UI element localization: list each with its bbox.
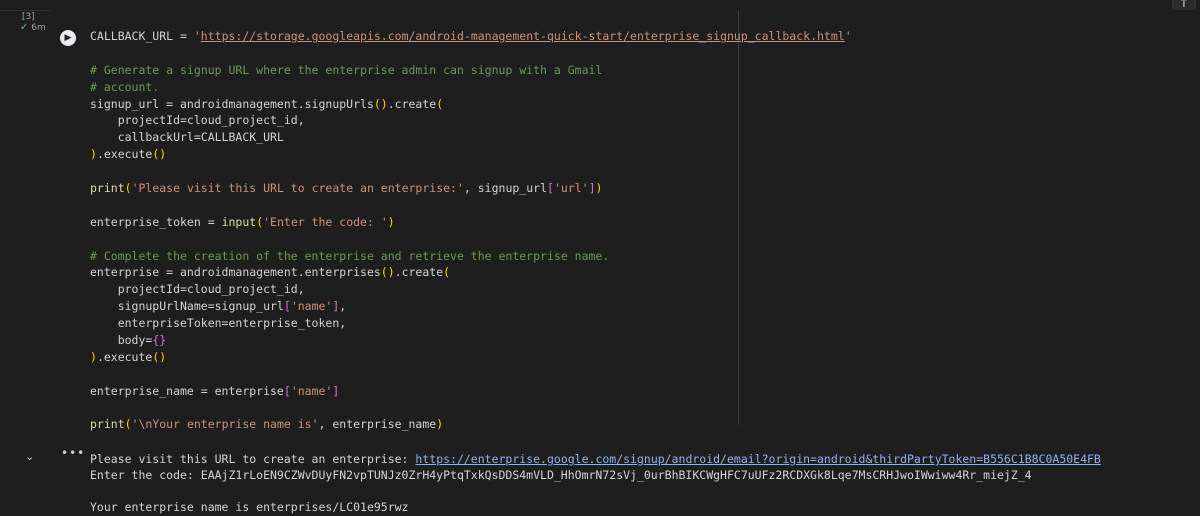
- code-token: # Complete the creation of the enterpris…: [90, 248, 610, 263]
- code-line: enterprise_token = input('Enter the code…: [90, 214, 852, 231]
- code-token: {}: [152, 333, 167, 348]
- output-line-text: Please visit this URL to create an enter…: [90, 452, 416, 466]
- code-token: ): [90, 349, 97, 364]
- code-token: , signup_url: [463, 181, 547, 196]
- output-line: Enter the code: EAAjZ1rLoEN9CZWvDUyFN2vp…: [90, 468, 1032, 482]
- code-line: print('Please visit this URL to create a…: [90, 180, 852, 197]
- code-token: 'Enter the code: ': [263, 214, 388, 229]
- code-token: ): [595, 181, 603, 196]
- code-token: 'name': [290, 383, 333, 398]
- code-token: (: [124, 417, 132, 432]
- code-line: ).execute(): [90, 146, 852, 163]
- code-token: (): [373, 96, 388, 111]
- execution-count: [3]: [22, 12, 35, 22]
- code-line: enterpriseToken=enterprise_token,: [90, 315, 852, 332]
- code-line: enterprise_name = enterprise['name']: [90, 383, 852, 400]
- callback-url-link[interactable]: https://storage.googleapis.com/android-m…: [201, 29, 845, 43]
- code-token: '\nYour enterprise name is': [131, 417, 319, 432]
- code-token: ,: [339, 299, 347, 314]
- code-token: print: [90, 417, 125, 432]
- code-token: enterprise = androidmanagement.enterpris…: [90, 265, 381, 280]
- code-token: (): [152, 147, 167, 162]
- code-token: .create: [387, 96, 437, 111]
- code-line: # Generate a signup URL where the enterp…: [90, 62, 852, 79]
- cell-output: ⌄ ••• Please visit this URL to create an…: [0, 436, 1200, 516]
- code-token: callbackUrl=CALLBACK_URL: [90, 130, 284, 145]
- code-token: print: [90, 181, 125, 196]
- code-token: (: [124, 181, 132, 196]
- code-token: .create: [394, 265, 444, 280]
- notebook: ↑ [3] ✓ 6m ▶ CALLBACK_URL = 'https://sto…: [0, 0, 1200, 516]
- code-token: , enterprise_name: [318, 417, 437, 432]
- code-token: ]: [588, 181, 596, 196]
- code-token: 'name': [290, 299, 333, 314]
- code-token: projectId=cloud_project_id,: [90, 113, 305, 128]
- code-token: [: [547, 181, 554, 196]
- signup-link[interactable]: https://enterprise.google.com/signup/and…: [415, 452, 1100, 466]
- code-token: # Generate a signup URL where the enterp…: [90, 62, 603, 77]
- code-line: signup_url = androidmanagement.signupUrl…: [90, 96, 852, 113]
- code-token: projectId=cloud_project_id,: [90, 282, 305, 297]
- code-token: ': [844, 29, 852, 43]
- code-line: print('\nYour enterprise name is', enter…: [90, 416, 852, 433]
- code-token: [: [283, 383, 291, 398]
- code-token: enterprise_name = enterprise: [90, 383, 284, 398]
- code-token: # account.: [90, 79, 160, 94]
- code-token: (): [152, 349, 167, 364]
- code-token: .execute: [96, 147, 153, 162]
- code-line: enterprise = androidmanagement.enterpris…: [90, 264, 852, 281]
- code-token: .execute: [96, 349, 153, 364]
- code-token: ): [436, 417, 444, 432]
- code-line: # account.: [90, 79, 852, 96]
- code-token: enterpriseToken=enterprise_token,: [90, 316, 347, 331]
- code-token: [: [283, 299, 291, 314]
- execution-status: ✓ 6m: [20, 22, 46, 33]
- code-token: ): [90, 147, 97, 162]
- check-icon: ✓: [20, 22, 29, 33]
- code-cell[interactable]: [3] ✓ 6m ▶ CALLBACK_URL = 'https://stora…: [0, 10, 1200, 436]
- code-content[interactable]: CALLBACK_URL = 'https://storage.googleap…: [90, 28, 852, 433]
- code-token: (: [436, 96, 444, 111]
- output-line: Your enterprise name is enterprises/LC01…: [90, 500, 409, 514]
- code-token: signupUrlName=signup_url: [90, 299, 284, 314]
- code-token: ': [193, 29, 201, 43]
- code-line: callbackUrl=CALLBACK_URL: [90, 129, 852, 146]
- code-token: (: [443, 265, 451, 280]
- code-line: projectId=cloud_project_id,: [90, 112, 852, 129]
- code-token: 'url': [553, 181, 589, 196]
- output-text: Please visit this URL to create an enter…: [90, 451, 1101, 515]
- code-line: body={}: [90, 332, 852, 349]
- cell-gutter: [3] ✓ 6m: [0, 10, 50, 436]
- output-line: Please visit this URL to create an enter…: [90, 451, 1101, 467]
- code-token: ]: [332, 383, 340, 398]
- code-token: enterprise_token =: [90, 214, 222, 229]
- code-line: signupUrlName=signup_url['name'],: [90, 298, 852, 315]
- collapse-output-icon[interactable]: ⌄: [25, 450, 34, 463]
- code-token: CALLBACK_URL =: [90, 29, 194, 43]
- run-cell-button[interactable]: ▶: [60, 30, 76, 46]
- code-line: projectId=cloud_project_id,: [90, 281, 852, 298]
- code-line: CALLBACK_URL = 'https://storage.googleap…: [90, 28, 852, 45]
- code-token: signup_url = androidmanagement.signupUrl…: [90, 96, 374, 111]
- output-actions-icon[interactable]: •••: [61, 446, 85, 460]
- code-token: body=: [90, 333, 153, 348]
- code-line: ).execute(): [90, 349, 852, 366]
- code-token: (): [380, 265, 395, 280]
- code-token: ): [387, 214, 395, 229]
- execution-time: 6m: [31, 23, 46, 33]
- code-token: 'Please visit this URL to create an ente…: [131, 181, 464, 196]
- code-line: # Complete the creation of the enterpris…: [90, 248, 852, 265]
- code-token: input: [221, 214, 257, 229]
